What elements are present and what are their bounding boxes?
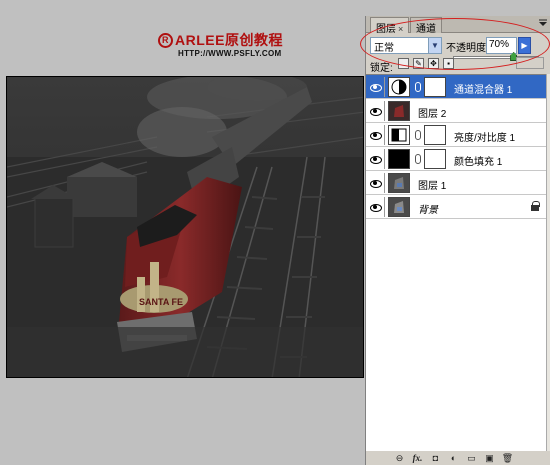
channel-mixer-icon: [388, 77, 410, 97]
mask-icon[interactable]: ◘: [430, 453, 441, 463]
visibility-eye-icon[interactable]: [369, 82, 382, 92]
layer-mask-thumb[interactable]: [424, 149, 446, 169]
layer-name: 通道混合器 1: [454, 85, 513, 96]
trash-icon[interactable]: 🗑: [502, 453, 513, 463]
mask-link-icon[interactable]: [415, 130, 421, 140]
layer-name: 图层 2: [418, 109, 447, 120]
layer-name: 颜色填充 1: [454, 157, 503, 168]
color-fill-swatch: [388, 149, 410, 169]
visibility-eye-icon[interactable]: [369, 130, 382, 140]
layer-row-layer-1[interactable]: 图层 1: [366, 171, 546, 195]
layer-name: 图层 1: [418, 181, 447, 192]
layer-mask-thumb[interactable]: [424, 125, 446, 145]
layer-mask-thumb[interactable]: [424, 77, 446, 97]
lock-pixels-icon[interactable]: ✎: [413, 58, 424, 69]
layer-row-background[interactable]: 背景: [366, 195, 546, 219]
visibility-eye-icon[interactable]: [369, 106, 382, 116]
brightness-contrast-icon: [388, 125, 410, 145]
fill-field[interactable]: [516, 57, 544, 69]
visibility-eye-icon[interactable]: [369, 202, 382, 212]
panel-menu-icon[interactable]: [538, 19, 548, 31]
layer-name: 亮度/对比度 1: [454, 133, 516, 144]
mask-link-icon[interactable]: [415, 82, 421, 92]
chevron-down-icon[interactable]: ▼: [428, 38, 441, 53]
tab-layers-label: 图层: [376, 24, 396, 35]
layer-row-channel-mixer[interactable]: 通道混合器 1: [366, 75, 546, 99]
layers-panel: 图层 × 通道 正常 ▼ 不透明度: 70% ▶ 锁定: ✎ ✥ ▪ 通道混合器…: [360, 16, 550, 465]
tab-close-icon[interactable]: ×: [398, 24, 403, 34]
layer-thumb: [388, 173, 410, 193]
new-layer-icon[interactable]: ▣: [484, 453, 495, 463]
layer-row-brightness-contrast[interactable]: 亮度/对比度 1: [366, 123, 546, 147]
layer-row-color-fill[interactable]: 颜色填充 1: [366, 147, 546, 171]
watermark: R ARLEE原创教程 HTTP://WWW.PSFLY.COM: [158, 30, 283, 58]
lock-all-icon[interactable]: ▪: [443, 58, 454, 69]
tab-layers[interactable]: 图层 ×: [370, 17, 410, 35]
layer-name: 背景: [418, 205, 438, 216]
svg-text:SANTA FE: SANTA FE: [139, 297, 183, 307]
document-canvas[interactable]: SANTA FE: [6, 76, 364, 378]
tab-channels-label: 通道: [416, 24, 436, 35]
lock-position-icon[interactable]: ✥: [428, 58, 439, 69]
link-icon[interactable]: ⊖: [394, 453, 405, 463]
registered-icon: R: [158, 32, 173, 48]
layer-thumb: [388, 101, 410, 121]
lock-label: 锁定:: [370, 63, 393, 74]
fx-icon[interactable]: fx.: [412, 453, 423, 463]
visibility-eye-icon[interactable]: [369, 178, 382, 188]
visibility-eye-icon[interactable]: [369, 154, 382, 164]
layer-list: 通道混合器 1 图层 2 亮度/对比度 1 颜色填充 1 图层 1 背景: [366, 74, 546, 451]
tab-channels[interactable]: 通道: [410, 17, 442, 35]
watermark-logo: R ARLEE原创教程: [158, 30, 283, 50]
lock-icon: [531, 201, 540, 211]
layer-thumb: [388, 197, 410, 217]
lock-options: ✎ ✥ ▪: [398, 58, 454, 69]
train-photo: SANTA FE: [7, 77, 363, 377]
panel-footer: ⊖ fx. ◘ ◐ ▭ ▣ 🗑: [366, 451, 550, 465]
layer-row-layer-2[interactable]: 图层 2: [366, 99, 546, 123]
blend-mode-value: 正常: [374, 43, 394, 54]
lock-transparency-icon[interactable]: [398, 58, 409, 69]
watermark-url: HTTP://WWW.PSFLY.COM: [178, 49, 282, 58]
blend-mode-select[interactable]: 正常 ▼: [370, 37, 442, 54]
watermark-brand: ARLEE原创教程: [175, 32, 283, 48]
adjustment-icon[interactable]: ◐: [448, 453, 459, 463]
panel-tabs: 图层 × 通道: [366, 16, 550, 35]
layers-scrollbar[interactable]: [546, 74, 550, 451]
group-folder-icon[interactable]: ▭: [466, 453, 477, 463]
mask-link-icon[interactable]: [415, 154, 421, 164]
